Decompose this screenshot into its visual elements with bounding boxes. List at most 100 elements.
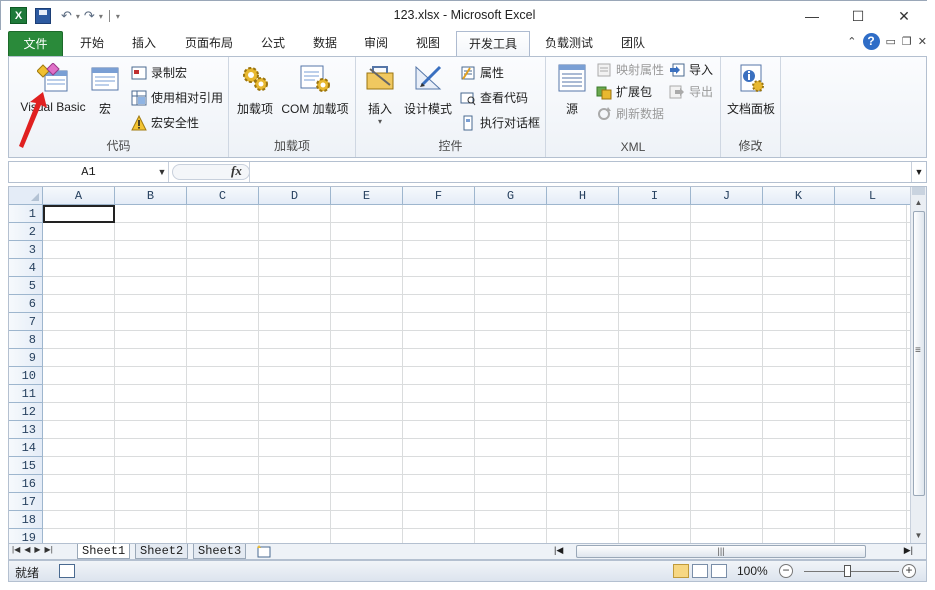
tab-home[interactable]: 开始 [70, 31, 114, 56]
row-header-8[interactable]: 8 [9, 331, 43, 349]
export-button[interactable]: 导出 [669, 82, 713, 102]
doc-minimize-icon[interactable]: ▭ [886, 35, 896, 48]
help-icon[interactable]: ? [862, 33, 880, 50]
expansion-packs-button[interactable]: 扩展包 [596, 82, 652, 102]
insert-function-icon[interactable]: fx [231, 163, 242, 179]
doc-restore-icon[interactable]: ❐ [902, 35, 912, 48]
tab-page-layout[interactable]: 页面布局 [176, 31, 242, 56]
next-sheet-icon[interactable]: ▶ [34, 545, 40, 554]
sheet-tab-sheet3[interactable]: Sheet3 [193, 544, 247, 559]
minimize-button[interactable]: — [789, 1, 835, 31]
scroll-up-icon[interactable]: ▲ [912, 196, 925, 210]
zoom-in-icon[interactable]: + [902, 564, 916, 578]
zoom-level[interactable]: 100% [737, 564, 768, 578]
column-header-e[interactable]: E [331, 187, 403, 205]
run-dialog-button[interactable]: 执行对话框 [460, 113, 540, 133]
column-header-g[interactable]: G [475, 187, 547, 205]
macro-recording-icon[interactable] [59, 564, 75, 578]
row-header-12[interactable]: 12 [9, 403, 43, 421]
active-cell-a1[interactable] [43, 205, 115, 223]
maximize-button[interactable]: ☐ [835, 1, 881, 31]
design-mode-button[interactable]: 设计模式 [402, 63, 454, 117]
zoom-slider-track[interactable] [804, 571, 899, 572]
row-header-5[interactable]: 5 [9, 277, 43, 295]
row-header-10[interactable]: 10 [9, 367, 43, 385]
column-header-k[interactable]: K [763, 187, 835, 205]
column-header-d[interactable]: D [259, 187, 331, 205]
sheet-tab-sheet1[interactable]: Sheet1 [77, 544, 131, 559]
normal-view-icon[interactable] [673, 564, 689, 578]
page-layout-view-icon[interactable] [692, 564, 708, 578]
column-header-i[interactable]: I [619, 187, 691, 205]
tab-data[interactable]: 数据 [303, 31, 347, 56]
column-header-f[interactable]: F [403, 187, 475, 205]
refresh-data-button[interactable]: 刷新数据 [596, 104, 664, 124]
row-header-19[interactable]: 19 [9, 529, 43, 543]
tab-developer[interactable]: 开发工具 [456, 31, 530, 56]
row-header-1[interactable]: 1 [9, 205, 43, 223]
insert-control-button[interactable]: 插入 ▾ [362, 63, 398, 126]
row-header-3[interactable]: 3 [9, 241, 43, 259]
view-code-button[interactable]: 查看代码 [460, 88, 528, 108]
column-header-a[interactable]: A [43, 187, 115, 205]
row-header-4[interactable]: 4 [9, 259, 43, 277]
row-header-17[interactable]: 17 [9, 493, 43, 511]
row-header-14[interactable]: 14 [9, 439, 43, 457]
tab-review[interactable]: 审阅 [354, 31, 398, 56]
column-header-c[interactable]: C [187, 187, 259, 205]
expand-formula-bar-icon[interactable]: ▼ [911, 162, 926, 182]
tab-file[interactable]: 文件 [8, 31, 63, 56]
cell-area[interactable] [43, 205, 911, 543]
vertical-split-handle[interactable] [912, 187, 925, 195]
row-header-15[interactable]: 15 [9, 457, 43, 475]
row-header-9[interactable]: 9 [9, 349, 43, 367]
horizontal-scroll-thumb[interactable]: ||| [576, 545, 866, 558]
record-macro-button[interactable]: 录制宏 [131, 63, 187, 83]
com-addins-button[interactable]: COM 加载项 [277, 63, 353, 117]
properties-button[interactable]: 属性 [460, 63, 504, 83]
column-header-b[interactable]: B [115, 187, 187, 205]
row-header-6[interactable]: 6 [9, 295, 43, 313]
scroll-right-icon[interactable]: ▶| [904, 545, 913, 556]
prev-sheet-icon[interactable]: ◀ [24, 545, 30, 554]
zoom-out-icon[interactable]: − [779, 564, 793, 578]
close-button[interactable]: ✕ [881, 1, 927, 31]
select-all-button[interactable] [9, 187, 43, 205]
row-header-18[interactable]: 18 [9, 511, 43, 529]
import-button[interactable]: 导入 [669, 60, 713, 80]
insert-sheet-icon[interactable] [255, 545, 273, 558]
column-header-h[interactable]: H [547, 187, 619, 205]
macros-button[interactable]: 宏 [89, 63, 121, 117]
horizontal-scrollbar[interactable]: |◀ ||| ▶| [554, 545, 913, 558]
vertical-scrollbar[interactable]: ▲ ▼ [910, 187, 926, 543]
tab-team[interactable]: 团队 [611, 31, 655, 56]
doc-close-icon[interactable]: ✕ [918, 35, 927, 48]
name-box-dropdown-icon[interactable]: ▼ [155, 162, 169, 182]
minimize-ribbon-icon[interactable]: ⌃ [847, 35, 856, 48]
formula-input[interactable] [249, 162, 910, 182]
column-header-l[interactable]: L [835, 187, 911, 205]
row-header-13[interactable]: 13 [9, 421, 43, 439]
map-properties-button[interactable]: 映射属性 [596, 60, 664, 80]
tab-view[interactable]: 视图 [406, 31, 450, 56]
xml-source-button[interactable]: 源 [554, 63, 590, 117]
tab-insert[interactable]: 插入 [122, 31, 166, 56]
use-relative-references-button[interactable]: 使用相对引用 [131, 88, 223, 108]
zoom-slider-thumb[interactable] [844, 565, 851, 577]
vertical-scroll-thumb[interactable] [913, 211, 925, 496]
scroll-down-icon[interactable]: ▼ [912, 529, 925, 543]
row-header-16[interactable]: 16 [9, 475, 43, 493]
page-break-view-icon[interactable] [711, 564, 727, 578]
name-box[interactable]: A1 [9, 162, 169, 182]
first-sheet-icon[interactable]: |◀ [12, 545, 20, 554]
row-header-11[interactable]: 11 [9, 385, 43, 403]
sheet-tab-sheet2[interactable]: Sheet2 [135, 544, 189, 559]
scroll-left-icon[interactable]: |◀ [554, 545, 563, 556]
row-header-2[interactable]: 2 [9, 223, 43, 241]
addins-button[interactable]: 加载项 [235, 63, 275, 117]
column-header-j[interactable]: J [691, 187, 763, 205]
row-header-7[interactable]: 7 [9, 313, 43, 331]
macro-security-button[interactable]: 宏安全性 [131, 113, 199, 133]
document-panel-button[interactable]: 文档面板 [723, 63, 779, 117]
last-sheet-icon[interactable]: ▶| [45, 545, 53, 554]
